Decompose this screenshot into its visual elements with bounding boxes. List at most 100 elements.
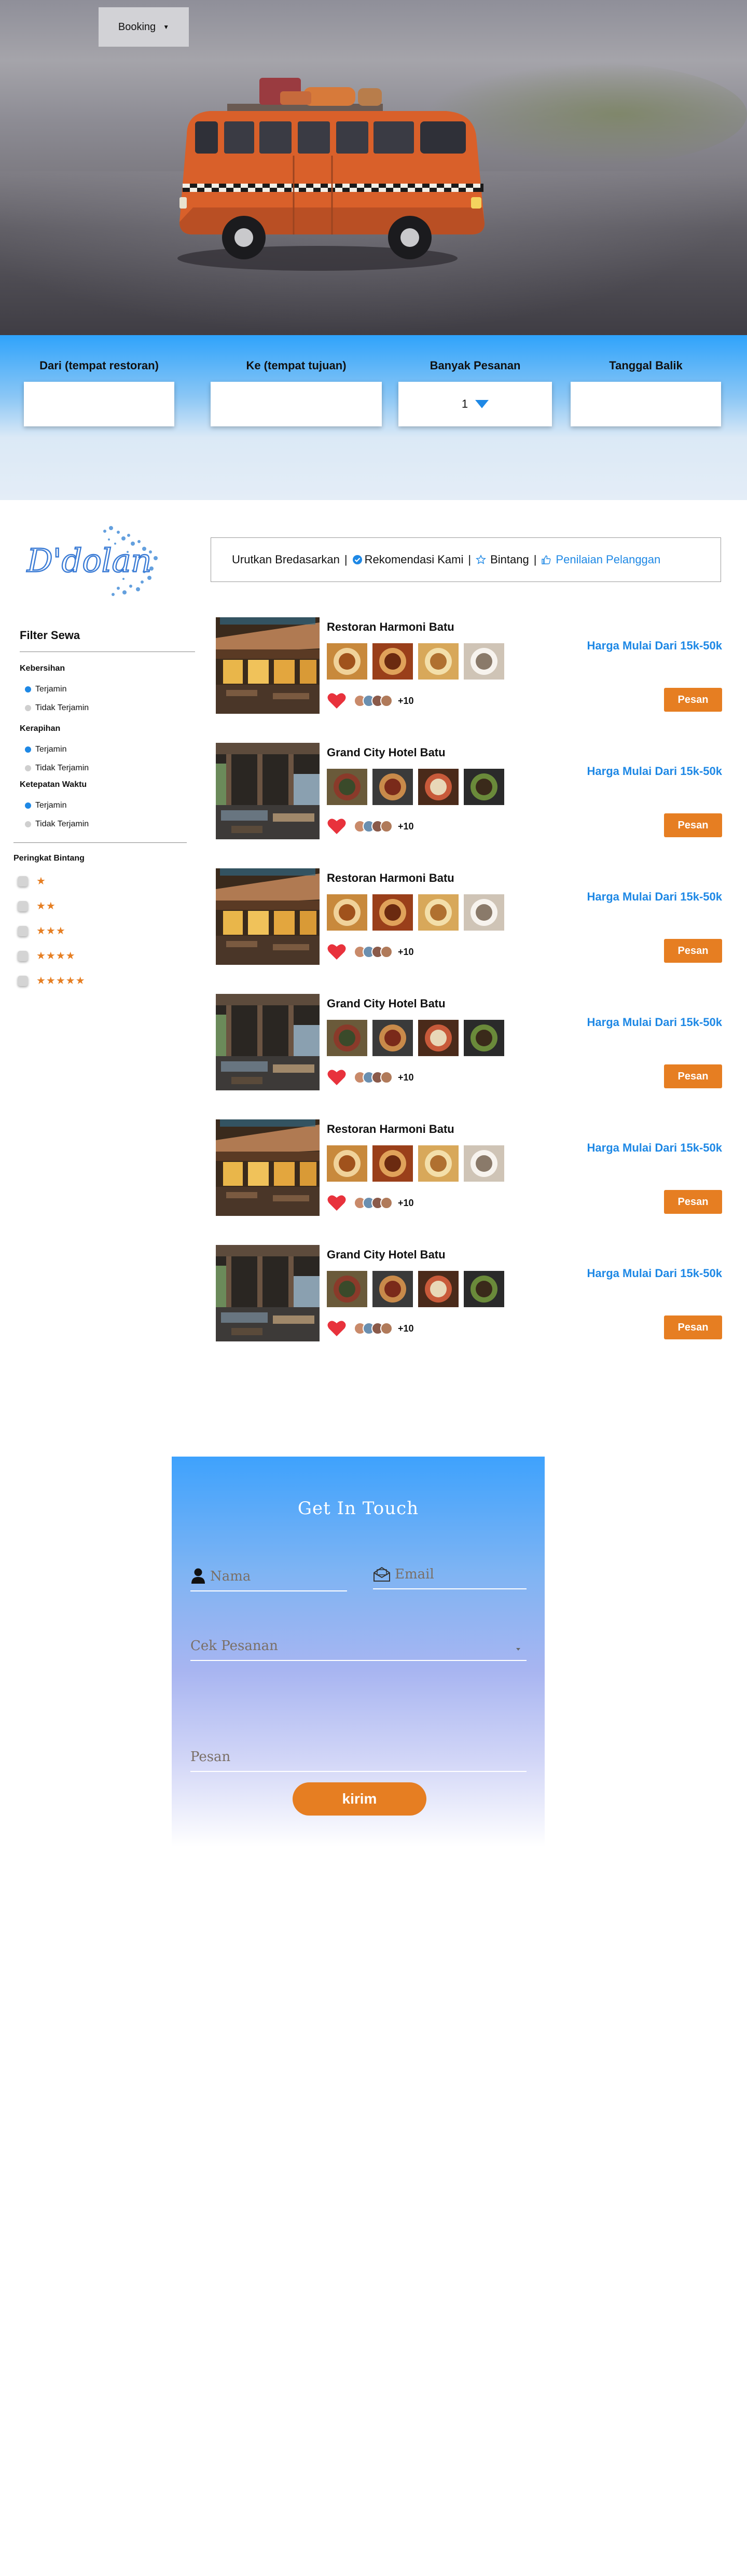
order-button[interactable]: Pesan bbox=[664, 1315, 722, 1339]
food-thumbnail[interactable] bbox=[464, 1271, 504, 1307]
food-thumbnail[interactable] bbox=[418, 1145, 459, 1182]
listing-title[interactable]: Restoran Harmoni Batu bbox=[327, 620, 454, 634]
search-from-input[interactable] bbox=[24, 382, 174, 426]
sort-separator: | bbox=[468, 553, 472, 566]
food-thumbnail[interactable] bbox=[418, 894, 459, 931]
listing-food-gallery bbox=[327, 1271, 504, 1307]
checkbox[interactable] bbox=[18, 925, 28, 936]
food-thumbnail[interactable] bbox=[327, 894, 367, 931]
star-icons: ★★★★ bbox=[36, 950, 76, 962]
listing-photo[interactable] bbox=[216, 743, 320, 839]
filter-option-cleanliness-not-guaranteed[interactable]: Tidak Terjamin bbox=[25, 703, 89, 713]
sort-option-reviews[interactable]: Penilaian Pelanggan bbox=[541, 553, 660, 566]
booking-label: Booking bbox=[118, 21, 156, 33]
food-thumbnail[interactable] bbox=[464, 1020, 504, 1056]
food-thumbnail[interactable] bbox=[418, 643, 459, 680]
filter-option-label: Tidak Terjamin bbox=[35, 764, 89, 772]
food-thumbnail[interactable] bbox=[327, 1271, 367, 1307]
heart-icon[interactable] bbox=[327, 943, 347, 961]
filter-option-cleanliness-guaranteed[interactable]: Terjamin bbox=[25, 685, 66, 694]
order-button[interactable]: Pesan bbox=[664, 688, 722, 712]
listing-price: Harga Mulai Dari 15k-50k bbox=[587, 1016, 722, 1029]
listing-photo[interactable] bbox=[216, 1245, 320, 1341]
sort-separator: | bbox=[344, 553, 348, 566]
heart-icon[interactable] bbox=[327, 1194, 347, 1212]
star-filter-2[interactable]: ★★ bbox=[18, 899, 56, 912]
order-button[interactable]: Pesan bbox=[664, 1064, 722, 1088]
listing-food-gallery bbox=[327, 1145, 504, 1182]
filter-option-punctuality-guaranteed[interactable]: Terjamin bbox=[25, 801, 66, 810]
filter-option-tidiness-guaranteed[interactable]: Terjamin bbox=[25, 745, 66, 754]
heart-icon[interactable] bbox=[327, 1320, 347, 1337]
sort-option-stars[interactable]: Bintang bbox=[476, 553, 529, 566]
hero-banner: Booking ▼ bbox=[0, 0, 747, 335]
contact-form: Get In Touch Nama Email Cek Pesanan Pesa… bbox=[172, 1457, 545, 1847]
filter-option-label: Tidak Terjamin bbox=[35, 820, 89, 828]
heart-icon[interactable] bbox=[327, 692, 347, 710]
food-thumbnail[interactable] bbox=[464, 643, 504, 680]
booking-dropdown-button[interactable]: Booking ▼ bbox=[99, 7, 189, 47]
food-thumbnail[interactable] bbox=[372, 1145, 413, 1182]
food-thumbnail[interactable] bbox=[464, 1145, 504, 1182]
food-thumbnail[interactable] bbox=[327, 769, 367, 805]
listing-card: Restoran Harmoni Batu +10 Harga Mulai Dari… bbox=[216, 868, 722, 965]
order-button[interactable]: Pesan bbox=[664, 939, 722, 963]
liker-avatars bbox=[354, 695, 393, 707]
search-qty-select[interactable]: 1 bbox=[398, 382, 552, 426]
listing-card: Restoran Harmoni Batu +10 Harga Mulai Dari… bbox=[216, 1119, 722, 1216]
search-from-group: Dari (tempat restoran) bbox=[24, 359, 174, 426]
food-thumbnail[interactable] bbox=[418, 1271, 459, 1307]
food-thumbnail[interactable] bbox=[327, 1020, 367, 1056]
order-button[interactable]: Pesan bbox=[664, 1190, 722, 1214]
checkbox[interactable] bbox=[18, 876, 28, 887]
listing-title[interactable]: Restoran Harmoni Batu bbox=[327, 871, 454, 885]
filter-option-punctuality-not-guaranteed[interactable]: Tidak Terjamin bbox=[25, 820, 89, 829]
star-filter-3[interactable]: ★★★ bbox=[18, 924, 66, 937]
listing-title[interactable]: Grand City Hotel Batu bbox=[327, 746, 446, 759]
listing-price: Harga Mulai Dari 15k-50k bbox=[587, 1267, 722, 1280]
order-check-select[interactable]: Cek Pesanan bbox=[190, 1625, 527, 1661]
food-thumbnail[interactable] bbox=[464, 769, 504, 805]
search-to-input[interactable] bbox=[211, 382, 382, 426]
email-field[interactable]: Email bbox=[373, 1555, 527, 1589]
heart-icon[interactable] bbox=[327, 1069, 347, 1086]
search-return-date-input[interactable] bbox=[571, 382, 721, 426]
checkbox[interactable] bbox=[18, 975, 28, 986]
sort-option-recommended[interactable]: Rekomendasi Kami bbox=[352, 553, 463, 566]
submit-button[interactable]: kirim bbox=[293, 1782, 426, 1816]
listing-photo[interactable] bbox=[216, 1119, 320, 1216]
name-field[interactable]: Nama bbox=[190, 1555, 347, 1591]
food-thumbnail[interactable] bbox=[418, 1020, 459, 1056]
name-placeholder: Nama bbox=[210, 1569, 251, 1584]
food-thumbnail[interactable] bbox=[372, 894, 413, 931]
food-thumbnail[interactable] bbox=[372, 1020, 413, 1056]
listing-card: Restoran Harmoni Batu +10 Harga Mulai Dari… bbox=[216, 617, 722, 714]
food-thumbnail[interactable] bbox=[372, 769, 413, 805]
food-thumbnail[interactable] bbox=[372, 1271, 413, 1307]
search-return-label: Tanggal Balik bbox=[609, 359, 683, 372]
food-thumbnail[interactable] bbox=[372, 643, 413, 680]
listing-photo[interactable] bbox=[216, 994, 320, 1090]
message-placeholder: Pesan bbox=[190, 1749, 231, 1765]
listing-photo[interactable] bbox=[216, 617, 320, 714]
search-to-group: Ke (tempat tujuan) bbox=[211, 359, 382, 426]
listing-title[interactable]: Restoran Harmoni Batu bbox=[327, 1123, 454, 1136]
order-button[interactable]: Pesan bbox=[664, 813, 722, 837]
heart-icon[interactable] bbox=[327, 818, 347, 835]
food-thumbnail[interactable] bbox=[327, 1145, 367, 1182]
food-thumbnail[interactable] bbox=[327, 643, 367, 680]
star-filter-1[interactable]: ★ bbox=[18, 875, 46, 888]
star-filter-5[interactable]: ★★★★★ bbox=[18, 974, 86, 987]
star-filter-4[interactable]: ★★★★ bbox=[18, 949, 76, 962]
listing-title[interactable]: Grand City Hotel Batu bbox=[327, 997, 446, 1010]
checkbox[interactable] bbox=[18, 901, 28, 911]
food-thumbnail[interactable] bbox=[464, 894, 504, 931]
listing-photo[interactable] bbox=[216, 868, 320, 965]
liker-avatars bbox=[354, 1197, 393, 1209]
filter-option-tidiness-not-guaranteed[interactable]: Tidak Terjamin bbox=[25, 764, 89, 773]
food-thumbnail[interactable] bbox=[418, 769, 459, 805]
listing-title[interactable]: Grand City Hotel Batu bbox=[327, 1248, 446, 1262]
star-outline-icon bbox=[476, 555, 487, 564]
message-field[interactable]: Pesan bbox=[190, 1737, 527, 1772]
checkbox[interactable] bbox=[18, 950, 28, 961]
